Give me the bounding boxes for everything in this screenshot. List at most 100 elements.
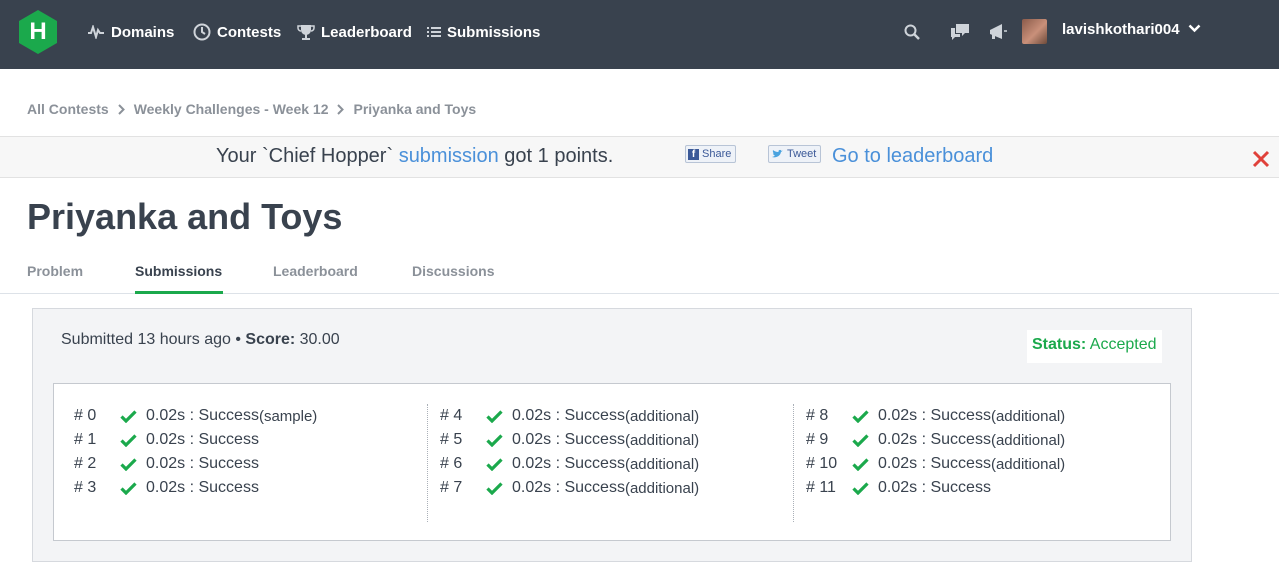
check-icon: [852, 481, 878, 495]
search-icon: [904, 24, 920, 40]
check-icon: [852, 433, 878, 447]
tweet-label: Tweet: [787, 148, 817, 160]
test-case-note: (additional): [624, 479, 700, 497]
test-case-number: # 8: [806, 407, 829, 424]
test-case-result: 0.02s : Success: [146, 455, 259, 472]
trophy-icon: [297, 25, 315, 40]
breadcrumb-weekly-challenges[interactable]: Weekly Challenges - Week 12: [134, 101, 329, 117]
tab-submissions[interactable]: Submissions: [135, 263, 222, 279]
test-case-result: 0.02s : Success: [878, 407, 991, 424]
logo-letter: H: [29, 18, 47, 45]
submitted-time: Submitted 13 hours ago: [61, 331, 231, 348]
status-label: Status:: [1032, 336, 1087, 353]
test-case-result: 0.02s : Success: [512, 407, 625, 424]
hackerrank-logo[interactable]: H: [17, 9, 59, 55]
test-case-note: (additional): [624, 431, 700, 449]
test-case-row: # 8 0.02s : Success (additional): [806, 404, 1065, 428]
challenge-tabs: Problem Submissions Leaderboard Discussi…: [0, 260, 1279, 294]
contests-icon: [193, 23, 211, 41]
top-nav: H Domains Contests Leaderboard Submissio…: [0, 0, 1279, 69]
tab-problem[interactable]: Problem: [27, 263, 83, 279]
username[interactable]: lavishkothari004: [1062, 21, 1180, 38]
nav-submissions[interactable]: Submissions: [427, 21, 540, 43]
check-icon: [120, 409, 146, 423]
test-case-result: 0.02s : Success: [512, 431, 625, 448]
results-column-1: # 0 0.02s : Success (sample) # 1 0.02s : Su…: [74, 404, 440, 522]
test-case-number: # 0: [74, 407, 97, 424]
search-button[interactable]: [900, 20, 924, 44]
test-case-number: # 5: [440, 431, 463, 448]
test-case-note: (sample): [258, 407, 318, 425]
avatar[interactable]: [1022, 19, 1047, 44]
notification-bar: Your `Chief Hopper` submission got 1 poi…: [0, 136, 1279, 178]
notifications-button[interactable]: [986, 20, 1010, 44]
test-case-row: # 1 0.02s : Success: [74, 428, 259, 452]
test-case-number: # 10: [806, 455, 838, 472]
test-case-row: # 2 0.02s : Success: [74, 452, 259, 476]
test-case-result: 0.02s : Success: [878, 479, 991, 496]
test-case-row: # 7 0.02s : Success (additional): [440, 476, 699, 500]
check-icon: [486, 433, 512, 447]
test-case-result: 0.02s : Success: [146, 431, 259, 448]
test-case-note: (additional): [990, 455, 1066, 473]
nav-domains[interactable]: Domains: [87, 21, 174, 43]
facebook-icon: f: [688, 148, 699, 160]
results-column-2: # 4 0.02s : Success (additional) # 5 0.02s …: [427, 404, 793, 522]
test-case-row: # 0 0.02s : Success (sample): [74, 404, 317, 428]
go-to-leaderboard-link[interactable]: Go to leaderboard: [832, 145, 993, 168]
close-icon[interactable]: [1252, 150, 1270, 168]
test-case-row: # 5 0.02s : Success (additional): [440, 428, 699, 452]
facebook-share-button[interactable]: f Share: [685, 145, 737, 163]
check-icon: [120, 457, 146, 471]
test-case-note: (additional): [990, 407, 1066, 425]
check-icon: [852, 409, 878, 423]
test-case-row: # 9 0.02s : Success (additional): [806, 428, 1065, 452]
check-icon: [486, 409, 512, 423]
nav-leaderboard[interactable]: Leaderboard: [297, 21, 412, 43]
notification-message: Your `Chief Hopper` submission got 1 poi…: [216, 145, 613, 168]
score-label: Score:: [245, 331, 296, 348]
test-case-note: (additional): [624, 407, 700, 425]
twitter-icon: [772, 149, 783, 158]
test-case-row: # 11 0.02s : Success: [806, 476, 991, 500]
nav-submissions-label: Submissions: [447, 23, 541, 41]
domains-icon: [88, 25, 104, 39]
chevron-right-icon: [117, 103, 125, 115]
notification-prefix: Your `Chief Hopper`: [216, 145, 399, 167]
test-case-row: # 10 0.02s : Success (additional): [806, 452, 1065, 476]
summary-bullet: •: [230, 331, 246, 348]
notification-suffix: got 1 points.: [498, 145, 614, 167]
messages-button[interactable]: [948, 20, 972, 44]
test-case-result: 0.02s : Success: [146, 407, 259, 424]
test-case-result: 0.02s : Success: [146, 479, 259, 496]
test-case-results: # 0 0.02s : Success (sample) # 1 0.02s : Su…: [53, 383, 1171, 541]
check-icon: [486, 481, 512, 495]
nav-contests[interactable]: Contests: [193, 21, 281, 43]
megaphone-icon: [990, 24, 1007, 39]
check-icon: [120, 481, 146, 495]
test-case-row: # 6 0.02s : Success (additional): [440, 452, 699, 476]
breadcrumb-current[interactable]: Priyanka and Toys: [353, 101, 476, 117]
list-icon: [427, 27, 441, 37]
status-badge: Status: Accepted: [1027, 330, 1162, 363]
submission-link[interactable]: submission: [399, 145, 499, 167]
test-case-number: # 6: [440, 455, 463, 472]
status-value: Accepted: [1086, 336, 1157, 353]
test-case-number: # 9: [806, 431, 829, 448]
active-tab-indicator: [135, 291, 223, 294]
test-case-number: # 3: [74, 479, 97, 496]
check-icon: [486, 457, 512, 471]
nav-domains-label: Domains: [111, 23, 175, 41]
tab-discussions[interactable]: Discussions: [412, 263, 494, 279]
page-title: Priyanka and Toys: [27, 196, 343, 237]
test-case-note: (additional): [990, 431, 1066, 449]
breadcrumb: All Contests Weekly Challenges - Week 12…: [27, 101, 476, 117]
tab-leaderboard[interactable]: Leaderboard: [273, 263, 358, 279]
test-case-result: 0.02s : Success: [512, 455, 625, 472]
breadcrumb-all-contests[interactable]: All Contests: [27, 101, 109, 117]
share-label: Share: [702, 148, 732, 160]
tweet-button[interactable]: Tweet: [768, 145, 822, 163]
submission-panel: Submitted 13 hours ago • Score: 30.00 St…: [32, 308, 1192, 562]
check-icon: [852, 457, 878, 471]
chevron-down-icon[interactable]: [1188, 24, 1201, 33]
